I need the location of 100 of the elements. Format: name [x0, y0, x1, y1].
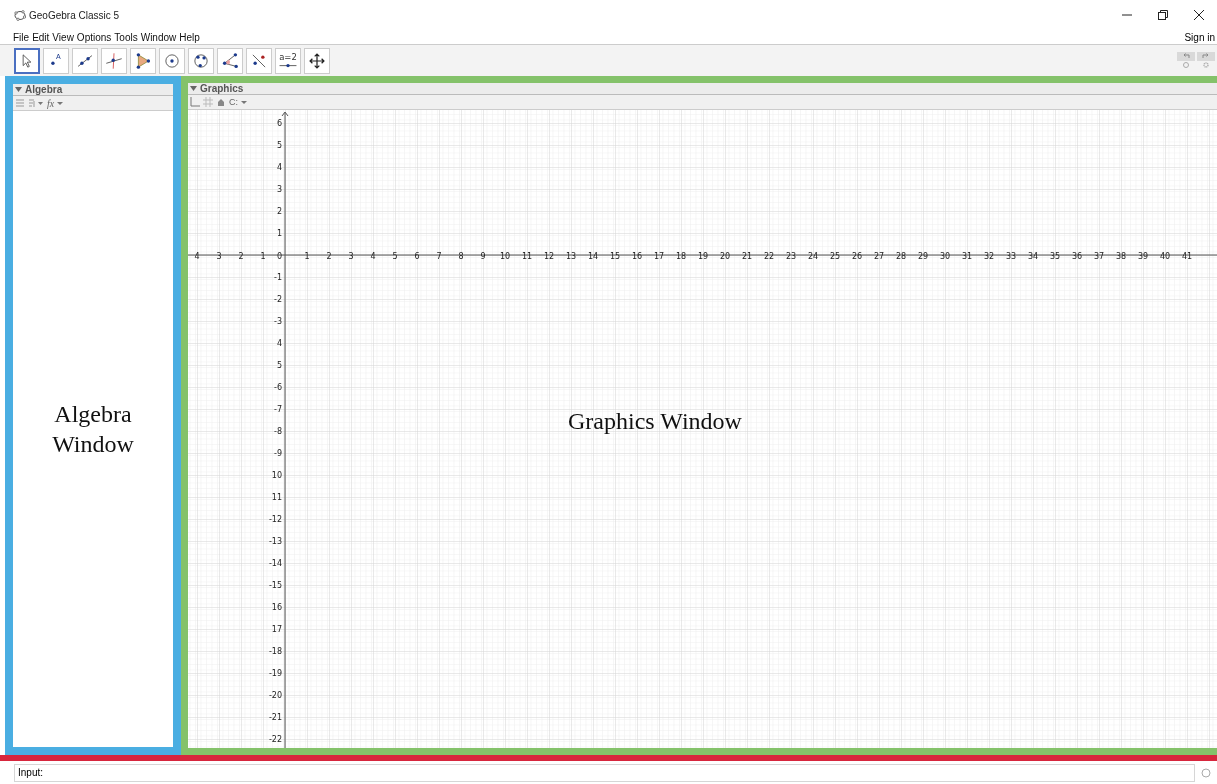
function-style-toggle[interactable]: fx: [47, 97, 55, 109]
axis-label: 11: [271, 493, 282, 502]
axis-label: 25: [829, 252, 841, 261]
window-title: GeoGebra Classic 5: [29, 9, 120, 21]
panel-title: Algebra: [25, 84, 63, 95]
menu-item[interactable]: Window: [140, 31, 177, 43]
axis-label: 22: [763, 252, 775, 261]
angle-icon: [220, 50, 240, 71]
view-annotation: Graphics Window: [568, 407, 742, 436]
axis-label: 1: [304, 252, 310, 261]
axis-label: 7: [436, 252, 442, 261]
axis-label: -15: [268, 581, 282, 590]
axis-label: -13: [268, 537, 282, 546]
point-capture-toggle[interactable]: C:: [229, 97, 238, 107]
axis-label: 33: [1005, 252, 1017, 261]
axis-label: 4: [276, 339, 282, 348]
axis-label: 38: [1115, 252, 1127, 261]
view-annotation: Algebra Window: [51, 400, 135, 459]
app-logo-icon: [14, 9, 26, 21]
home-icon[interactable]: [216, 97, 226, 107]
axis-label: -12: [268, 515, 282, 524]
axis-label: 39: [1137, 252, 1149, 261]
axis-label: 10: [271, 471, 282, 480]
axis-label: 8: [458, 252, 464, 261]
redo-icon: [1202, 53, 1210, 59]
axis-label: -8: [274, 427, 282, 436]
axis-label: 15: [609, 252, 621, 261]
axis-label: 31: [961, 252, 973, 261]
menu-item[interactable]: Options: [76, 31, 112, 43]
menu-item[interactable]: Tools: [114, 31, 138, 43]
axis-label: 17: [653, 252, 665, 261]
axis-label: 32: [983, 252, 995, 261]
axis-label: -3: [274, 317, 282, 326]
input-field[interactable]: Input:: [14, 763, 1195, 782]
axis-label: 26: [851, 252, 863, 261]
axis-label: 5: [392, 252, 398, 261]
undo-button[interactable]: [1177, 51, 1195, 61]
grid-toggle-icon[interactable]: [203, 97, 213, 107]
axis-label: 27: [873, 252, 885, 261]
menu-item[interactable]: File: [13, 31, 30, 43]
axis-label: 1: [260, 252, 266, 261]
axis-label: 30: [939, 252, 951, 261]
collapse-caret-icon[interactable]: [15, 87, 22, 92]
axis-label: 17: [271, 625, 282, 634]
axis-label: 3: [348, 252, 354, 261]
axis-label: 4: [370, 252, 376, 261]
axis-label: 12: [543, 252, 555, 261]
axis-label: 0: [276, 252, 282, 261]
axis-label: 11: [521, 252, 533, 261]
axis-label: 1: [276, 229, 282, 238]
axis-label: -7: [274, 405, 282, 414]
axis-label: 16: [271, 603, 282, 612]
axis-label: 21: [741, 252, 753, 261]
axis-label: 5: [276, 141, 282, 150]
axis-label: 10: [499, 252, 511, 261]
axis-label: 14: [587, 252, 599, 261]
menu-item[interactable]: Help: [179, 31, 200, 43]
axis-label: 3: [276, 185, 282, 194]
axis-label: 24: [807, 252, 819, 261]
axis-label: 18: [675, 252, 687, 261]
axis-label: 41: [1181, 252, 1193, 261]
help-icon[interactable]: [1201, 767, 1211, 778]
axis-label: 3: [216, 252, 222, 261]
axis-label: -2: [274, 295, 282, 304]
axes-toggle-icon[interactable]: [190, 97, 200, 107]
undo-icon: [1182, 53, 1190, 59]
axis-label: -20: [268, 691, 282, 700]
collapse-caret-icon[interactable]: [190, 86, 197, 91]
axis-label: -9: [274, 449, 282, 458]
axis-label: -21: [268, 713, 282, 722]
axis-label: 34: [1027, 252, 1039, 261]
restore-icon: [1158, 10, 1168, 20]
axis-label: 28: [895, 252, 907, 261]
axis-label: 20: [719, 252, 731, 261]
axis-label: -14: [268, 559, 282, 568]
axis-label: -6: [274, 383, 282, 392]
axis-label: -22: [268, 735, 282, 744]
perpendicular-lines-icon: [104, 50, 124, 71]
axis-label: 13: [565, 252, 577, 261]
axis-label: 37: [1093, 252, 1105, 261]
axis-label: 23: [785, 252, 797, 261]
axis-label: 9: [480, 252, 486, 261]
axis-label: 2: [326, 252, 332, 261]
menu-item[interactable]: View: [52, 31, 74, 43]
axis-label: 35: [1049, 252, 1061, 261]
menu-item[interactable]: Edit: [32, 31, 50, 43]
axis-label: 36: [1071, 252, 1083, 261]
close-icon: [1194, 10, 1204, 20]
axis-label: 19: [697, 252, 709, 261]
sign-in-link[interactable]: Sign in: [1184, 31, 1215, 43]
redo-button[interactable]: [1197, 51, 1215, 61]
axis-label: 16: [631, 252, 643, 261]
axis-label: 2: [238, 252, 244, 261]
panel-title: Graphics: [200, 83, 244, 94]
axis-label: -1: [274, 273, 282, 282]
sort-icon[interactable]: [28, 98, 44, 108]
axis-label: 4: [194, 252, 200, 261]
axis-label: 5: [276, 361, 282, 370]
axis-label: -18: [268, 647, 282, 656]
axis-label: 6: [276, 119, 282, 128]
